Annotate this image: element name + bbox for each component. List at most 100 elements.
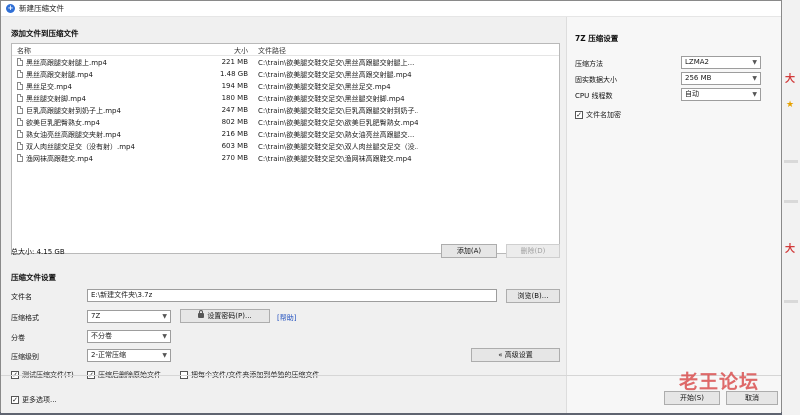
file-icon: [17, 94, 23, 102]
level-value: 2-正常压缩: [91, 351, 126, 359]
file-path: C:\train\欲美腿交鞋交足交\渔网袜高跟鞋交.mp4: [258, 155, 412, 163]
file-name: 黑丝足交.mp4: [26, 83, 72, 91]
set-password-button[interactable]: 设置密码(P)...: [180, 309, 270, 323]
file-name: 黑丝腿交射脚.mp4: [26, 95, 86, 103]
file-row[interactable]: 欲美巨乳肥臀熟女.mp4 802 MB C:\train\欲美腿交鞋交足交\欲美巨乳…: [12, 116, 559, 128]
dict-size-value: 256 MB: [685, 74, 712, 82]
level-select[interactable]: 2-正常压缩 ▼: [87, 349, 171, 362]
encrypt-filenames-checkbox[interactable]: ✓ 文件名加密: [575, 110, 621, 120]
file-name: 欲美巨乳肥臀熟女.mp4: [26, 119, 100, 127]
delete-button[interactable]: 删除(D): [506, 244, 560, 258]
set-password-label: 设置密码(P)...: [207, 312, 252, 320]
file-icon: [17, 142, 23, 150]
filename-input[interactable]: E:\新建文件夹\3.7z: [87, 289, 497, 302]
checkbox-checked-icon: ✓: [575, 111, 583, 119]
lock-icon: [198, 310, 205, 318]
split-select[interactable]: 不分卷 ▼: [87, 330, 171, 343]
file-size: 1.48 GB: [219, 70, 248, 78]
filename-label: 文件名: [11, 293, 32, 301]
threads-value: 自动: [685, 90, 699, 98]
browse-button[interactable]: 浏览(B)...: [506, 289, 560, 303]
settings-section-title: 压缩文件设置: [11, 273, 56, 282]
file-row[interactable]: 熟女油亮丝高跟腿交夹射.mp4 216 MB C:\train\欲美腿交鞋交足交\熟…: [12, 128, 559, 140]
chevron-down-icon: ▼: [752, 75, 757, 82]
watermark: 老王论坛: [679, 371, 760, 393]
file-row[interactable]: 黑丝高跟交射腿.mp4 1.48 GB C:\train\欲美腿交鞋交足交\黑丝高跟…: [12, 68, 559, 80]
dict-size-label: 固实数据大小: [575, 76, 617, 84]
new-archive-dialog: + 新建压缩文件 添加文件到压缩文件 名称 大小 文件路径 黑丝高跟腿交射腿上.…: [0, 0, 782, 413]
help-link[interactable]: [帮助]: [277, 313, 296, 323]
column-path[interactable]: 文件路径: [258, 46, 418, 56]
file-path: C:\train\欲美腿交鞋交足交\黑丝足交.mp4: [258, 83, 391, 91]
file-row[interactable]: 双人肉丝腿交足交（没有射）.mp4 603 MB C:\train\欲美腿交鞋交足交…: [12, 140, 559, 152]
left-panel: 添加文件到压缩文件 名称 大小 文件路径 黑丝高跟腿交射腿上.mp4 221 MB…: [1, 17, 566, 413]
footer-divider: [1, 375, 781, 376]
seven-z-title: 7Z 压缩设置: [575, 34, 619, 43]
format-value: 7Z: [91, 312, 101, 320]
background-mark: 大: [785, 74, 795, 85]
file-size: 180 MB: [221, 94, 248, 102]
file-name: 巨乳高跟腿交射到奶子上.mp4: [26, 107, 121, 115]
file-name: 熟女油亮丝高跟腿交夹射.mp4: [26, 131, 121, 139]
more-options-checkbox[interactable]: ✓ 更多选项...: [11, 395, 57, 405]
file-name: 双人肉丝腿交足交（没有射）.mp4: [26, 143, 135, 151]
threads-label: CPU 线程数: [575, 92, 613, 100]
threads-select[interactable]: 自动 ▼: [681, 88, 761, 101]
advanced-settings-button[interactable]: « 高级设置: [471, 348, 560, 362]
file-size: 247 MB: [221, 106, 248, 114]
file-path: C:\train\欲美腿交鞋交足交\巨乳高跟腿交射到奶子...: [258, 107, 418, 115]
file-row[interactable]: 巨乳高跟腿交射到奶子上.mp4 247 MB C:\train\欲美腿交鞋交足交\巨…: [12, 104, 559, 116]
file-path: C:\train\欲美腿交鞋交足交\黑丝高跟交射腿.mp4: [258, 71, 412, 79]
file-path: C:\train\欲美腿交鞋交足交\黑丝高跟腿交射腿上...: [258, 59, 415, 67]
file-icon: [17, 154, 23, 162]
file-size: 270 MB: [221, 154, 248, 162]
encrypt-filenames-label: 文件名加密: [586, 111, 621, 119]
split-value: 不分卷: [91, 332, 112, 340]
chevron-down-icon: ▼: [162, 352, 167, 359]
file-name: 黑丝高跟腿交射腿上.mp4: [26, 59, 107, 67]
file-icon: [17, 70, 23, 78]
file-size: 802 MB: [221, 118, 248, 126]
background-mark: 大: [785, 244, 795, 255]
background-strip: [784, 300, 798, 303]
add-button[interactable]: 添加(A): [441, 244, 497, 258]
level-label: 压缩级别: [11, 353, 39, 361]
file-row[interactable]: 渔网袜高跟鞋交.mp4 270 MB C:\train\欲美腿交鞋交足交\渔网袜高跟…: [12, 152, 559, 164]
file-path: C:\train\欲美腿交鞋交足交\欲美巨乳肥臀熟女.mp4: [258, 119, 418, 127]
file-icon: [17, 82, 23, 90]
file-row[interactable]: 黑丝高跟腿交射腿上.mp4 221 MB C:\train\欲美腿交鞋交足交\黑丝高…: [12, 56, 559, 68]
background-star-icon: ★: [786, 100, 795, 110]
method-label: 压缩方法: [575, 60, 603, 68]
background-strip: [784, 200, 798, 203]
file-name: 黑丝高跟交射腿.mp4: [26, 71, 93, 79]
column-name[interactable]: 名称: [17, 46, 192, 56]
file-row[interactable]: 黑丝足交.mp4 194 MB C:\train\欲美腿交鞋交足交\黑丝足交.mp4: [12, 80, 559, 92]
file-size: 603 MB: [221, 142, 248, 150]
file-name: 渔网袜高跟鞋交.mp4: [26, 155, 93, 163]
file-list[interactable]: 名称 大小 文件路径 黑丝高跟腿交射腿上.mp4 221 MB C:\train\欲…: [11, 43, 560, 254]
dict-size-select[interactable]: 256 MB ▼: [681, 72, 761, 85]
file-icon: [17, 106, 23, 114]
file-path: C:\train\欲美腿交鞋交足交\双人肉丝腿交足交（没...: [258, 143, 418, 151]
chevron-down-icon: ▼: [162, 313, 167, 320]
background-strip: [784, 160, 798, 163]
more-options-label: 更多选项...: [22, 396, 57, 404]
files-section-title: 添加文件到压缩文件: [11, 29, 79, 38]
column-size[interactable]: 大小: [192, 46, 248, 56]
background-window-edge: 大 ★ 大: [782, 0, 800, 415]
seven-z-settings-panel: 7Z 压缩设置 压缩方法 LZMA2 ▼ 固实数据大小 256 MB ▼ CPU 线…: [566, 17, 781, 413]
total-size: 总大小: 4.15 GB: [11, 248, 65, 256]
chevron-down-icon: ▼: [162, 333, 167, 340]
format-select[interactable]: 7Z ▼: [87, 310, 171, 323]
file-size: 194 MB: [221, 82, 248, 90]
file-size: 221 MB: [221, 58, 248, 66]
file-path: C:\train\欲美腿交鞋交足交\熟女油亮丝高跟腿交...: [258, 131, 415, 139]
format-label: 压缩格式: [11, 314, 39, 322]
file-size: 216 MB: [221, 130, 248, 138]
file-row[interactable]: 黑丝腿交射脚.mp4 180 MB C:\train\欲美腿交鞋交足交\黑丝腿交射脚…: [12, 92, 559, 104]
file-icon: [17, 118, 23, 126]
chevron-down-icon: ▼: [752, 59, 757, 66]
app-icon: +: [6, 4, 15, 13]
method-select[interactable]: LZMA2 ▼: [681, 56, 761, 69]
checkbox-checked-icon: ✓: [11, 396, 19, 404]
